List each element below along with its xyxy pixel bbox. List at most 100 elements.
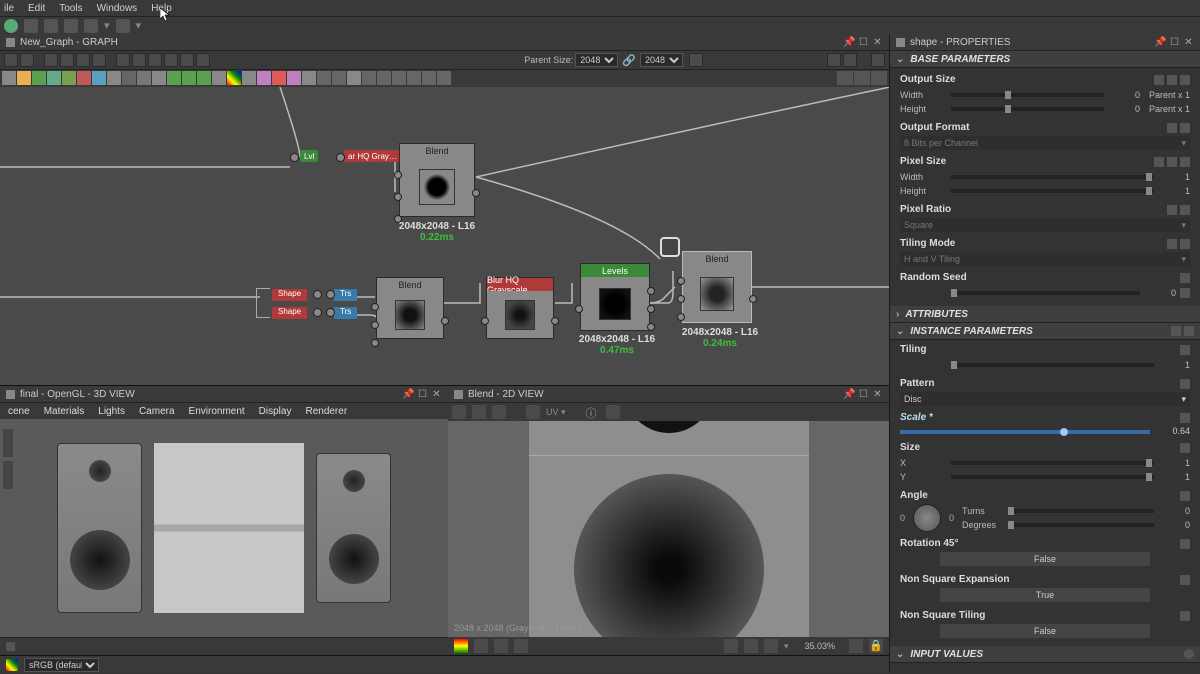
format-dropdown[interactable]: 8 Bits per Channel▾ [900,136,1190,150]
copy-icon[interactable] [472,405,486,419]
pin-icon[interactable] [871,71,887,85]
node-shelf[interactable] [0,69,889,87]
width-slider[interactable] [951,93,1104,97]
shape-tag[interactable]: Shape [272,289,307,301]
tool-icon[interactable] [196,53,210,67]
folder-open-icon[interactable] [44,19,58,33]
menu-environment[interactable]: Environment [189,406,245,417]
degrees-slider[interactable] [1008,523,1154,527]
uv-icon[interactable] [526,405,540,419]
viewport-2d[interactable]: 2048 x 2048 (Grayscale, 16bpc) [448,421,889,637]
options-icon[interactable] [871,53,885,67]
view-icon[interactable] [827,53,841,67]
pin-icon[interactable]: 📌 [403,389,414,400]
parent-height-select[interactable]: 2048 [640,53,683,67]
angle-dial[interactable] [913,504,941,532]
menu-icon[interactable] [1180,205,1190,215]
pin-icon[interactable]: 📌 [1155,37,1166,48]
node-levels[interactable]: Levels [580,263,650,331]
menu-edit[interactable]: Edit [28,3,45,14]
section-base-parameters[interactable]: ⌄BASE PARAMETERS [890,51,1200,68]
close-icon[interactable]: ✕ [872,37,883,48]
node-blend[interactable]: Blend [376,277,444,339]
timing-icon[interactable] [843,53,857,67]
section-attributes[interactable]: ›ATTRIBUTES [890,306,1200,323]
axis-icon[interactable] [6,642,15,651]
lock-icon[interactable]: 🔒 [869,639,883,653]
maximize-icon[interactable]: ☐ [1169,37,1180,48]
reset-icon[interactable] [689,53,703,67]
pin-icon[interactable]: 📌 [844,37,855,48]
pixel-width-slider[interactable] [951,175,1154,179]
preset-icon[interactable] [1171,326,1181,336]
link-icon[interactable] [1167,205,1177,215]
trs-tag[interactable]: Trs [334,289,357,301]
gizmo-icon[interactable] [3,461,13,489]
height-slider[interactable] [951,107,1104,111]
section-instance-parameters[interactable]: ⌄INSTANCE PARAMETERS [890,323,1200,340]
menu-icon[interactable] [1180,491,1190,501]
histogram-icon[interactable] [606,405,620,419]
grid-icon[interactable] [474,639,488,653]
menu-renderer[interactable]: Renderer [305,406,347,417]
save-icon[interactable] [64,19,78,33]
reset-icon[interactable] [1184,649,1194,659]
node-blend[interactable]: Blend [682,251,752,323]
panel-icon[interactable] [896,38,905,47]
rotation45-toggle[interactable]: False [940,552,1150,566]
zoom-icon[interactable] [764,639,778,653]
menu-icon[interactable] [1180,273,1190,283]
link-icon[interactable] [1167,239,1177,249]
tool-icon[interactable] [148,53,162,67]
info-icon[interactable]: ⓘ [586,405,600,419]
clipboard-icon[interactable] [492,405,506,419]
close-icon[interactable]: ✕ [431,389,442,400]
pin-icon[interactable] [854,71,870,85]
save-icon[interactable] [452,405,466,419]
menu-icon[interactable] [1180,239,1190,249]
section-input-values[interactable]: ⌄INPUT VALUES [890,646,1200,663]
ratio-icon[interactable] [849,639,863,653]
node-blur-hq-grayscale[interactable]: Blur HQ Grayscale [486,277,554,339]
maximize-icon[interactable]: ☐ [858,37,869,48]
mono-icon[interactable] [514,639,528,653]
menu-camera[interactable]: Camera [139,406,175,417]
nstil-toggle[interactable]: False [940,624,1150,638]
menu-display[interactable]: Display [259,406,292,417]
menu-lights[interactable]: Lights [98,406,125,417]
close-icon[interactable]: ✕ [1183,37,1194,48]
tool-icon[interactable] [164,53,178,67]
channel-icon[interactable] [494,639,508,653]
tool-icon[interactable] [60,53,74,67]
menu-icon[interactable] [1180,75,1190,85]
menu-icon[interactable] [1180,379,1190,389]
node-blend[interactable]: Blend [399,143,475,217]
menu-icon[interactable] [1180,575,1190,585]
menu-materials[interactable]: Materials [44,406,85,417]
lvl-tag[interactable]: Lvl [300,150,318,162]
node-link-tag[interactable]: ar HQ Gray… [344,150,404,164]
tool-icon[interactable] [76,53,90,67]
parent-width-select[interactable]: 2048 [575,53,618,67]
pixel-height-slider[interactable] [951,189,1154,193]
nsexp-toggle[interactable]: True [940,588,1150,602]
menu-tools[interactable]: Tools [59,3,82,14]
trs-tag[interactable]: Trs [334,307,357,319]
colorspace-select[interactable]: sRGB (default) [24,658,99,672]
refresh-icon[interactable] [24,19,38,33]
link-icon[interactable] [1154,75,1164,85]
randomize-icon[interactable] [1180,288,1190,298]
size-y-slider[interactable] [951,475,1154,479]
menu-icon[interactable] [1180,157,1190,167]
gizmo-icon[interactable] [3,429,13,457]
tool-icon[interactable] [132,53,146,67]
redo-icon[interactable] [116,19,130,33]
maximize-icon[interactable]: ☐ [417,389,428,400]
layers-icon[interactable] [454,639,468,653]
menu-icon[interactable] [1180,539,1190,549]
seed-slider[interactable] [951,291,1140,295]
hq-tag[interactable]: ar HQ Gray… [344,150,401,162]
home-icon[interactable] [4,19,18,33]
maximize-icon[interactable]: ☐ [858,389,869,400]
menu-scene[interactable]: cene [8,406,30,417]
